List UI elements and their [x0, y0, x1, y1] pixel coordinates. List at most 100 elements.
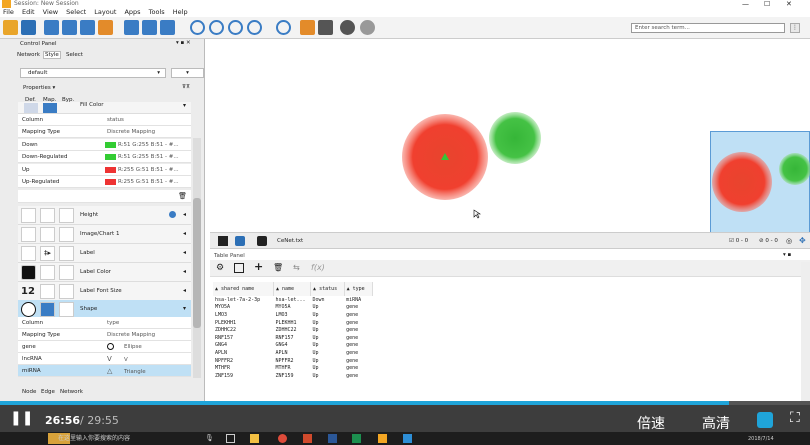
mapping-up-regulated-row[interactable]: Up-Regulated R:255 G:51 B:51 - #...	[18, 176, 191, 188]
import-network-icon[interactable]	[44, 20, 59, 35]
table-row[interactable]: RNF157 RNF157 Up gene	[213, 334, 373, 342]
shape-mapping-lncrna-row[interactable]: lncRNA V V	[18, 353, 191, 365]
table-cell[interactable]: GNG4	[213, 342, 273, 350]
add-column-icon[interactable]: +	[254, 261, 263, 273]
tab-edge[interactable]: Edge	[41, 389, 55, 395]
table-cell[interactable]: GNG4	[273, 342, 310, 350]
menu-view[interactable]: View	[43, 8, 58, 16]
volume-icon[interactable]	[757, 412, 773, 428]
mapping-icon[interactable]	[43, 103, 57, 113]
file-explorer-icon[interactable]	[250, 434, 259, 443]
shape-mapping-column-row[interactable]: Column type	[18, 317, 191, 329]
table-cell[interactable]: ZNF159	[213, 372, 273, 380]
office-icon[interactable]	[303, 434, 312, 443]
excel-icon[interactable]	[352, 434, 361, 443]
export-image-icon[interactable]	[160, 20, 175, 35]
table-cell[interactable]: NPFFR2	[273, 357, 310, 365]
collapse-all-icon[interactable]: ⊽⊼	[182, 84, 190, 90]
menu-help[interactable]: Help	[173, 8, 188, 16]
table-row[interactable]: MTHFR MTHFR Up gene	[213, 364, 373, 372]
table-cell[interactable]: LMO3	[213, 311, 273, 319]
ellipse-shape-icon[interactable]	[21, 302, 36, 317]
close-button[interactable]: ✕	[786, 0, 792, 8]
search-options-icon[interactable]: ⋮	[790, 23, 800, 33]
table-cell[interactable]: ZNF159	[273, 372, 310, 380]
panel-scrollbar[interactable]	[193, 138, 201, 378]
table-scrollbar[interactable]	[801, 262, 810, 401]
cytoscape-icon[interactable]	[378, 434, 387, 443]
table-cell[interactable]: Up	[311, 326, 345, 334]
table-cell[interactable]: PLEKHH1	[213, 319, 273, 327]
table-cell[interactable]: gene	[344, 342, 372, 350]
save-icon[interactable]	[21, 20, 36, 35]
word-icon[interactable]	[328, 434, 337, 443]
label-font-size-value[interactable]: 12	[21, 284, 36, 299]
gear-icon[interactable]: ⚙	[216, 263, 224, 273]
mapping-type-row[interactable]: Mapping Type Discrete Mapping	[18, 126, 191, 138]
table-cell[interactable]: gene	[344, 311, 372, 319]
table-panel-controls-icon[interactable]: ▾ ▪	[783, 252, 791, 258]
mapping-column-row[interactable]: Column status	[18, 114, 191, 126]
table-cell[interactable]: Up	[311, 319, 345, 327]
trash-icon[interactable]: 🗑	[178, 190, 187, 202]
network-overview[interactable]	[710, 131, 810, 235]
fullscreen-icon[interactable]: ⛶	[790, 410, 800, 426]
table-cell[interactable]: MYO5A	[273, 304, 310, 312]
menu-apps[interactable]: Apps	[124, 8, 140, 16]
taskbar-search-input[interactable]: 在这里输入你要搜索的内容	[58, 432, 208, 445]
down-regulated-cluster[interactable]	[489, 112, 541, 164]
property-image-chart[interactable]: Image/Chart 1 ◂	[18, 225, 191, 244]
share-network-icon[interactable]	[235, 236, 245, 246]
table-cell[interactable]: MTHFR	[213, 364, 273, 372]
table-cell[interactable]: gene	[344, 349, 372, 357]
edit-network-icon[interactable]	[257, 236, 267, 246]
delete-column-icon[interactable]: 🗑	[273, 263, 283, 273]
table-cell[interactable]: LMO3	[273, 311, 310, 319]
header-shared-name[interactable]: ▲ shared name	[213, 282, 274, 296]
zoom-selected-icon[interactable]	[247, 20, 262, 35]
table-row[interactable]: ZNF159 ZNF159 Up gene	[213, 372, 373, 380]
speed-button[interactable]: 倍速	[637, 413, 665, 433]
header-name[interactable]: ▲ name	[273, 282, 312, 296]
table-cell[interactable]: ZDHHC22	[213, 326, 273, 334]
table-row[interactable]: MYO5A MYO5A Up gene	[213, 304, 373, 312]
table-cell[interactable]: APLN	[273, 349, 310, 357]
table-row[interactable]: LMO3 LMO3 Up gene	[213, 311, 373, 319]
label-color-swatch[interactable]	[21, 265, 36, 280]
table-cell[interactable]: hsa-let-7a-2-3p	[213, 296, 273, 304]
refresh-icon[interactable]	[276, 20, 291, 35]
export-network-icon[interactable]	[124, 20, 139, 35]
import-table-url-icon[interactable]	[98, 20, 113, 35]
link-icon[interactable]: ⇆	[293, 263, 300, 273]
table-cell[interactable]: PLEKHH1	[273, 319, 310, 327]
import-network-url-icon[interactable]	[62, 20, 77, 35]
style-options-menu[interactable]: ▾	[171, 68, 204, 78]
table-cell[interactable]: Up	[311, 372, 345, 380]
fill-color-default-swatch[interactable]	[24, 103, 38, 113]
menu-select[interactable]: Select	[66, 8, 86, 16]
shape-mapping-gene-row[interactable]: gene Ellipse	[18, 341, 191, 353]
menu-tools[interactable]: Tools	[149, 8, 165, 16]
table-cell[interactable]: hsa-let...	[273, 296, 310, 304]
tab-node[interactable]: Node	[22, 389, 36, 395]
zoom-in-icon[interactable]	[190, 20, 205, 35]
property-height[interactable]: Height ◂	[18, 206, 191, 225]
table-cell[interactable]: gene	[344, 326, 372, 334]
menu-file[interactable]: File	[3, 8, 14, 16]
export-table-icon[interactable]	[142, 20, 157, 35]
quality-button[interactable]: 高清	[702, 413, 730, 433]
table-cell[interactable]: Up	[311, 304, 345, 312]
show-all-icon[interactable]	[360, 20, 375, 35]
table-cell[interactable]: Down	[311, 296, 345, 304]
style-dropdown[interactable]: default ▾	[20, 68, 166, 78]
table-cell[interactable]: miRNA	[344, 296, 372, 304]
table-row[interactable]: PLEKHH1 PLEKHH1 Up gene	[213, 319, 373, 327]
property-label[interactable]: ‡▸ Label ◂	[18, 244, 191, 263]
table-row[interactable]: NPFFR2 NPFFR2 Up gene	[213, 357, 373, 365]
panel-controls-icon[interactable]: ▾ ▪ ✕	[176, 40, 191, 46]
shape-mapping-type-row[interactable]: Mapping Type Discrete Mapping	[18, 329, 191, 341]
menu-edit[interactable]: Edit	[22, 8, 35, 16]
open-folder-icon[interactable]	[3, 20, 18, 35]
zoom-fit-icon[interactable]	[228, 20, 243, 35]
chrome-icon[interactable]	[278, 434, 287, 443]
